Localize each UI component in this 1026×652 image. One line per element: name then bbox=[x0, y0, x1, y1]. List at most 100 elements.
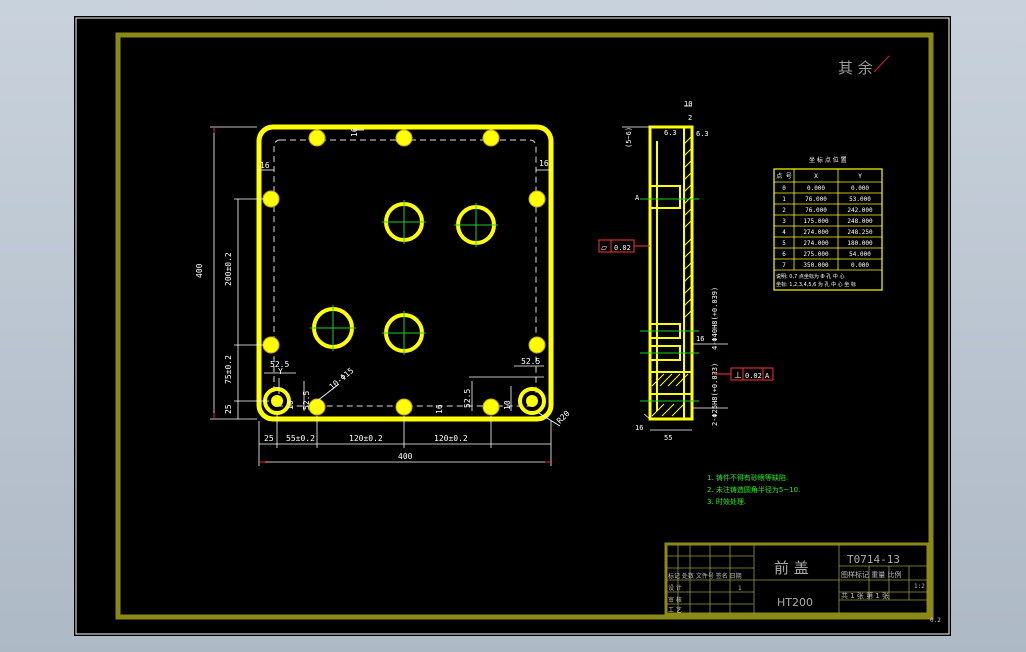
bolt-hole bbox=[308, 129, 326, 147]
perpendicularity-frame: ⊥ 0.02 A bbox=[714, 367, 774, 381]
dim-overall-height: 400 bbox=[195, 263, 204, 278]
side-slot bbox=[649, 185, 681, 209]
coord-cell: 274.000 bbox=[803, 240, 829, 247]
dim-16-top: 16 bbox=[350, 127, 359, 137]
row-design: 设 计 bbox=[668, 584, 682, 592]
dim-16-right: 16 bbox=[539, 159, 549, 168]
coord-note-2: 坐标: 1,2,3,4,5,6 为 孔 中 心 坐 标 bbox=[776, 281, 856, 288]
corner-note: 0.2 bbox=[930, 617, 941, 624]
bolt-hole bbox=[482, 129, 500, 147]
dim-75: 75±0.2 bbox=[224, 355, 233, 384]
coord-header-point: 点 号 bbox=[776, 172, 792, 180]
drawing-number: T0714-13 bbox=[847, 553, 900, 566]
bolt-hole bbox=[395, 398, 413, 416]
dim-hole-callout: 10-Φ15 bbox=[328, 366, 356, 392]
dim-25-vertical: 25 bbox=[224, 404, 233, 414]
coord-header-x: X bbox=[814, 173, 818, 180]
dim-16-left: 16 bbox=[260, 161, 270, 170]
dowel-hole-left-core bbox=[271, 395, 283, 407]
coord-cell: 76.000 bbox=[805, 207, 827, 214]
coord-cell: 274.000 bbox=[803, 229, 829, 236]
part-name: 前 盖 bbox=[774, 559, 809, 577]
side-dim-6.3: 6.3 bbox=[664, 129, 677, 137]
row-check: 审 核 bbox=[668, 596, 682, 604]
coord-header-y: Y bbox=[858, 173, 862, 180]
dim-120-b: 120±0.2 bbox=[434, 434, 468, 443]
bolt-hole bbox=[482, 398, 500, 416]
tech-notes: 1. 铸件不得有砂眼等缺陷. 2. 未注铸造圆角半径为5~10. 3. 时效处理… bbox=[707, 473, 800, 506]
perpendicularity-value: 0.02 bbox=[745, 372, 762, 380]
side-view: 10 6.3 (5~6) 2 6.3 A 4-Φ40H8(+0.039) 2-Φ… bbox=[598, 100, 774, 442]
inner-border bbox=[115, 32, 934, 620]
coord-note-1: 说明: 0,7 点坐标为 Ф 孔 中 心 bbox=[776, 273, 844, 280]
axis-y-label: Y bbox=[278, 367, 283, 376]
flatness-frame: ▱ 0.02 bbox=[598, 239, 650, 253]
tech-note: 3. 时效处理. bbox=[707, 497, 746, 506]
bolt-hole bbox=[262, 336, 280, 354]
dim-10-b: 10 bbox=[503, 400, 512, 410]
dim-200: 200±0.2 bbox=[224, 252, 233, 286]
dim-120-a: 120±0.2 bbox=[349, 434, 383, 443]
roughness-stamp: 其 余 bbox=[838, 59, 873, 77]
coord-cell: 5 bbox=[782, 240, 786, 247]
row-process: 工 艺 bbox=[668, 606, 682, 614]
dim-55: 55±0.2 bbox=[286, 434, 315, 443]
coord-table-title: 坐 标 点 位 置 bbox=[809, 156, 847, 164]
dim-25-horizontal: 25 bbox=[264, 434, 274, 443]
perpendicularity-datum: A bbox=[765, 372, 770, 380]
scale-ratio: 1:2 bbox=[914, 583, 925, 590]
stamp-symbol bbox=[873, 55, 890, 73]
bolt-hole bbox=[308, 398, 326, 416]
coord-cell: 350.000 bbox=[803, 262, 829, 269]
coord-cell: 4 bbox=[782, 229, 786, 236]
dim-16-bottom: 16 bbox=[435, 404, 444, 414]
coord-cell: 275.000 bbox=[803, 251, 829, 258]
side-dim-16-b: 16 bbox=[635, 424, 643, 432]
center-marks bbox=[310, 200, 498, 355]
dimension-arrows bbox=[213, 127, 551, 463]
tech-note: 1. 铸件不得有砂眼等缺陷. bbox=[707, 473, 788, 482]
bolt-hole bbox=[528, 336, 546, 354]
sheet-info: 共 1 张 第 1 张 bbox=[841, 591, 889, 600]
attr-header: 图样标记 重量 比例 bbox=[841, 570, 901, 579]
drawing-canvas: 其 余 400 200±0.2 75±0.2 25 16 16 16 52.5 … bbox=[75, 17, 950, 635]
bolt-hole bbox=[395, 129, 413, 147]
dim-10-a: 10 bbox=[286, 400, 295, 410]
coord-cell: 175.000 bbox=[803, 218, 829, 225]
side-roughness: 6.3 bbox=[696, 130, 709, 138]
revision-header: 标记 处数 文件号 签名 日期 bbox=[668, 572, 742, 580]
bolt-hole bbox=[528, 190, 546, 208]
side-dim-2: 2 bbox=[688, 114, 692, 122]
dim-radius: R20 bbox=[555, 409, 572, 426]
coord-cell: 0 bbox=[782, 185, 786, 192]
coord-cell: 0.000 bbox=[807, 185, 825, 192]
plate-outline bbox=[256, 124, 554, 422]
quantity: 1 bbox=[738, 585, 742, 592]
dim-52.5-c: 52.5 bbox=[302, 391, 311, 410]
coord-cell: 76.000 bbox=[805, 196, 827, 203]
tech-note: 2. 未注铸造圆角半径为5~10. bbox=[707, 485, 800, 494]
coord-cell: 54.000 bbox=[849, 251, 871, 258]
flatness-symbol: ▱ bbox=[601, 243, 608, 252]
coord-cell: 0.000 bbox=[851, 262, 869, 269]
coord-cell: 53.000 bbox=[849, 196, 871, 203]
coord-cell: 6 bbox=[782, 251, 786, 258]
side-hole4-callout: 4-Φ40H8(+0.039) bbox=[711, 287, 719, 350]
title-block: 前 盖 T0714-13 HT200 图样标记 重量 比例 1:2 共 1 张 … bbox=[664, 542, 930, 616]
flatness-value: 0.02 bbox=[614, 244, 631, 252]
side-datum-a: A bbox=[635, 194, 640, 202]
coord-cell: 180.000 bbox=[847, 240, 873, 247]
coord-cell: 0.000 bbox=[851, 185, 869, 192]
coord-cell: 7 bbox=[782, 262, 786, 269]
bolt-holes bbox=[262, 129, 546, 416]
side-hole2-callout: 2-Φ25H8(+0.033) bbox=[711, 363, 719, 426]
side-dim-10: 10 bbox=[684, 100, 692, 108]
coord-cell: 1 bbox=[782, 196, 786, 203]
coord-cell: 3 bbox=[782, 218, 786, 225]
coordinate-table: 坐 标 点 位 置 点 号 X Y 0 0.000 0.000 1 76.000… bbox=[773, 156, 883, 291]
dowel-hole-right-core bbox=[526, 395, 538, 407]
coord-cell: 2 bbox=[782, 207, 786, 214]
front-view: 400 200±0.2 75±0.2 25 16 16 16 52.5 52.5… bbox=[195, 124, 572, 466]
side-dim-16-a: 16 bbox=[696, 335, 704, 343]
bolt-hole bbox=[262, 190, 280, 208]
